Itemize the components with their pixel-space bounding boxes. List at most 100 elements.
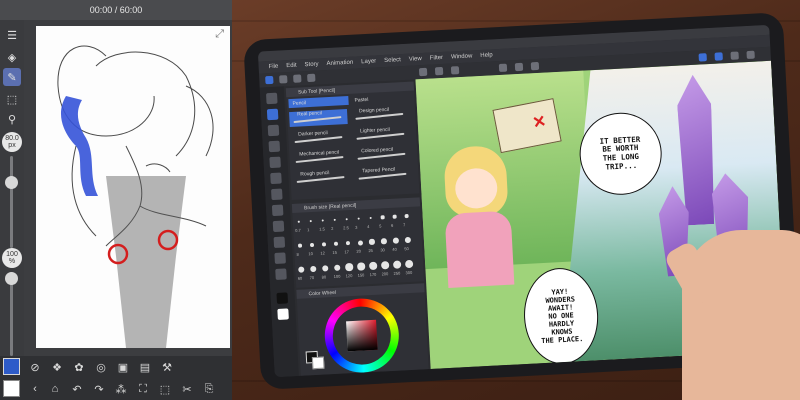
toolbar-icon[interactable] bbox=[307, 73, 316, 83]
brush-size-preset[interactable] bbox=[392, 237, 399, 244]
sub-color-swatch[interactable] bbox=[277, 308, 289, 320]
tool-icon[interactable] bbox=[267, 124, 280, 137]
tool-icon[interactable] bbox=[266, 92, 278, 105]
brush-size-preset[interactable] bbox=[309, 242, 315, 248]
brush-size-preset[interactable] bbox=[345, 263, 353, 271]
sub-color-swatch[interactable] bbox=[3, 380, 20, 397]
menu-select[interactable]: Select bbox=[384, 57, 401, 64]
tool-icon[interactable] bbox=[271, 204, 284, 217]
toolbar-icon[interactable] bbox=[714, 52, 723, 61]
cut-icon[interactable]: ✂ bbox=[178, 380, 196, 398]
tool-icon[interactable] bbox=[273, 236, 286, 249]
brush-size-preset[interactable] bbox=[369, 216, 373, 220]
brush-size-preset[interactable] bbox=[321, 219, 324, 222]
menu-window[interactable]: Window bbox=[451, 53, 473, 60]
brush-size-preset[interactable] bbox=[298, 243, 303, 248]
brush-size-preset[interactable] bbox=[309, 265, 317, 273]
transform-icon[interactable]: ⁂ bbox=[112, 380, 130, 398]
tool-icon[interactable] bbox=[272, 220, 285, 233]
pencil-tool-icon[interactable] bbox=[266, 108, 279, 121]
layers-icon[interactable]: ❖ bbox=[48, 358, 66, 376]
main-color-swatch[interactable] bbox=[3, 358, 20, 375]
toolbar-icon[interactable] bbox=[434, 66, 444, 76]
eraser-icon[interactable]: ⌂ bbox=[46, 380, 64, 398]
brush-size-preset[interactable] bbox=[321, 264, 329, 272]
brush-size-preset[interactable] bbox=[404, 259, 414, 269]
eyedropper-tool-icon[interactable]: ⚲ bbox=[3, 110, 21, 128]
pencil-item[interactable]: Tapered Pencil bbox=[354, 166, 413, 184]
toolbar-icon[interactable] bbox=[418, 67, 428, 77]
tool-icon[interactable] bbox=[270, 172, 282, 185]
menu-layer[interactable]: Layer bbox=[361, 58, 376, 65]
redo-icon[interactable]: ↷ bbox=[90, 380, 108, 398]
pencil-item[interactable]: Real pencil bbox=[289, 109, 348, 128]
brush-size-preset[interactable] bbox=[381, 238, 387, 245]
brush-size-preset[interactable] bbox=[309, 220, 312, 222]
brush-size-preset[interactable] bbox=[298, 266, 305, 273]
pencil-item[interactable]: Lighter pencil bbox=[352, 126, 411, 144]
drawing-canvas[interactable]: ⤢ bbox=[36, 26, 230, 348]
menu-help[interactable]: Help bbox=[480, 52, 493, 59]
brush-size-preset[interactable] bbox=[297, 220, 300, 223]
pencil-item[interactable]: Mechanical pencil bbox=[291, 149, 350, 167]
tool-icon[interactable] bbox=[268, 140, 281, 153]
brush-size-preset[interactable] bbox=[357, 217, 361, 220]
brush-size-preset[interactable] bbox=[357, 239, 363, 246]
brush-size-preset[interactable] bbox=[369, 239, 375, 245]
brush-size-preset[interactable] bbox=[333, 264, 341, 272]
pencil-tool-icon[interactable]: ✎ bbox=[3, 68, 21, 86]
main-color-swatch[interactable] bbox=[276, 292, 289, 304]
opacity-badge[interactable]: 100 % bbox=[2, 248, 22, 268]
selection-tool-icon[interactable]: ⬚ bbox=[3, 90, 21, 108]
toolbar-icon[interactable] bbox=[530, 61, 540, 71]
tab-pencil[interactable]: Pencil bbox=[288, 95, 349, 109]
toolbar-icon[interactable] bbox=[265, 75, 274, 85]
brush-size-preset[interactable] bbox=[381, 261, 390, 270]
brush-size-preset[interactable] bbox=[392, 260, 402, 269]
toolbar-icon[interactable] bbox=[450, 66, 460, 75]
toolbar-icon[interactable] bbox=[514, 62, 524, 72]
brush-size-preset[interactable] bbox=[321, 242, 327, 247]
brush-size-badge[interactable]: 80.0 px bbox=[2, 132, 22, 152]
palette-icon[interactable]: ✿ bbox=[70, 358, 88, 376]
pencil-item[interactable]: Darker pencil bbox=[290, 129, 349, 147]
tab-pastel[interactable]: Pastel bbox=[350, 93, 410, 105]
toolbar-icon[interactable] bbox=[498, 63, 508, 73]
opacity-slider-knob[interactable] bbox=[5, 272, 18, 285]
menu-view[interactable]: View bbox=[409, 56, 422, 63]
toolbar-icon[interactable] bbox=[279, 75, 288, 84]
brush-size-slider[interactable] bbox=[10, 156, 13, 248]
back-icon[interactable]: ‹ bbox=[26, 380, 44, 398]
pencil-item[interactable]: Design pencil bbox=[351, 106, 410, 124]
fill-tool-icon[interactable]: ◈ bbox=[3, 48, 21, 66]
undo-icon[interactable]: ↶ bbox=[68, 380, 86, 398]
brush-size-preset[interactable] bbox=[392, 214, 397, 219]
pencil-item[interactable]: Colored pencil bbox=[353, 146, 412, 164]
brush-size-preset[interactable] bbox=[404, 214, 409, 218]
hue-ring[interactable] bbox=[322, 296, 401, 375]
no-entry-icon[interactable]: ⊘ bbox=[26, 358, 44, 376]
expand-icon[interactable]: ⤢ bbox=[215, 28, 224, 41]
color-history-icon[interactable]: ◎ bbox=[92, 358, 110, 376]
tool-icon[interactable] bbox=[274, 252, 286, 265]
tool-icon[interactable] bbox=[275, 268, 287, 280]
brush-size-preset[interactable] bbox=[357, 262, 366, 271]
menu-animation[interactable]: Animation bbox=[326, 60, 353, 67]
navigator-icon[interactable]: ▤ bbox=[136, 358, 154, 376]
menu-file[interactable]: File bbox=[268, 64, 278, 70]
saturation-value-square[interactable] bbox=[346, 319, 378, 352]
toolbar-icon[interactable] bbox=[730, 51, 739, 60]
toolbar-icon[interactable] bbox=[293, 74, 302, 83]
brush-size-preset[interactable] bbox=[333, 218, 336, 221]
crop-icon[interactable]: ⛶ bbox=[134, 380, 152, 398]
select-all-icon[interactable]: ⬚ bbox=[156, 380, 174, 398]
brush-size-slider-knob[interactable] bbox=[5, 176, 18, 189]
toolbar-icon[interactable] bbox=[746, 50, 755, 60]
toolbar-icon[interactable] bbox=[698, 53, 707, 62]
brush-size-preset[interactable] bbox=[345, 217, 348, 221]
tool-icon[interactable] bbox=[271, 188, 283, 201]
materials-icon[interactable]: ▣ bbox=[114, 358, 132, 376]
menu-icon[interactable]: ☰ bbox=[3, 26, 21, 44]
menu-edit[interactable]: Edit bbox=[286, 63, 297, 70]
menu-filter[interactable]: Filter bbox=[430, 55, 444, 62]
